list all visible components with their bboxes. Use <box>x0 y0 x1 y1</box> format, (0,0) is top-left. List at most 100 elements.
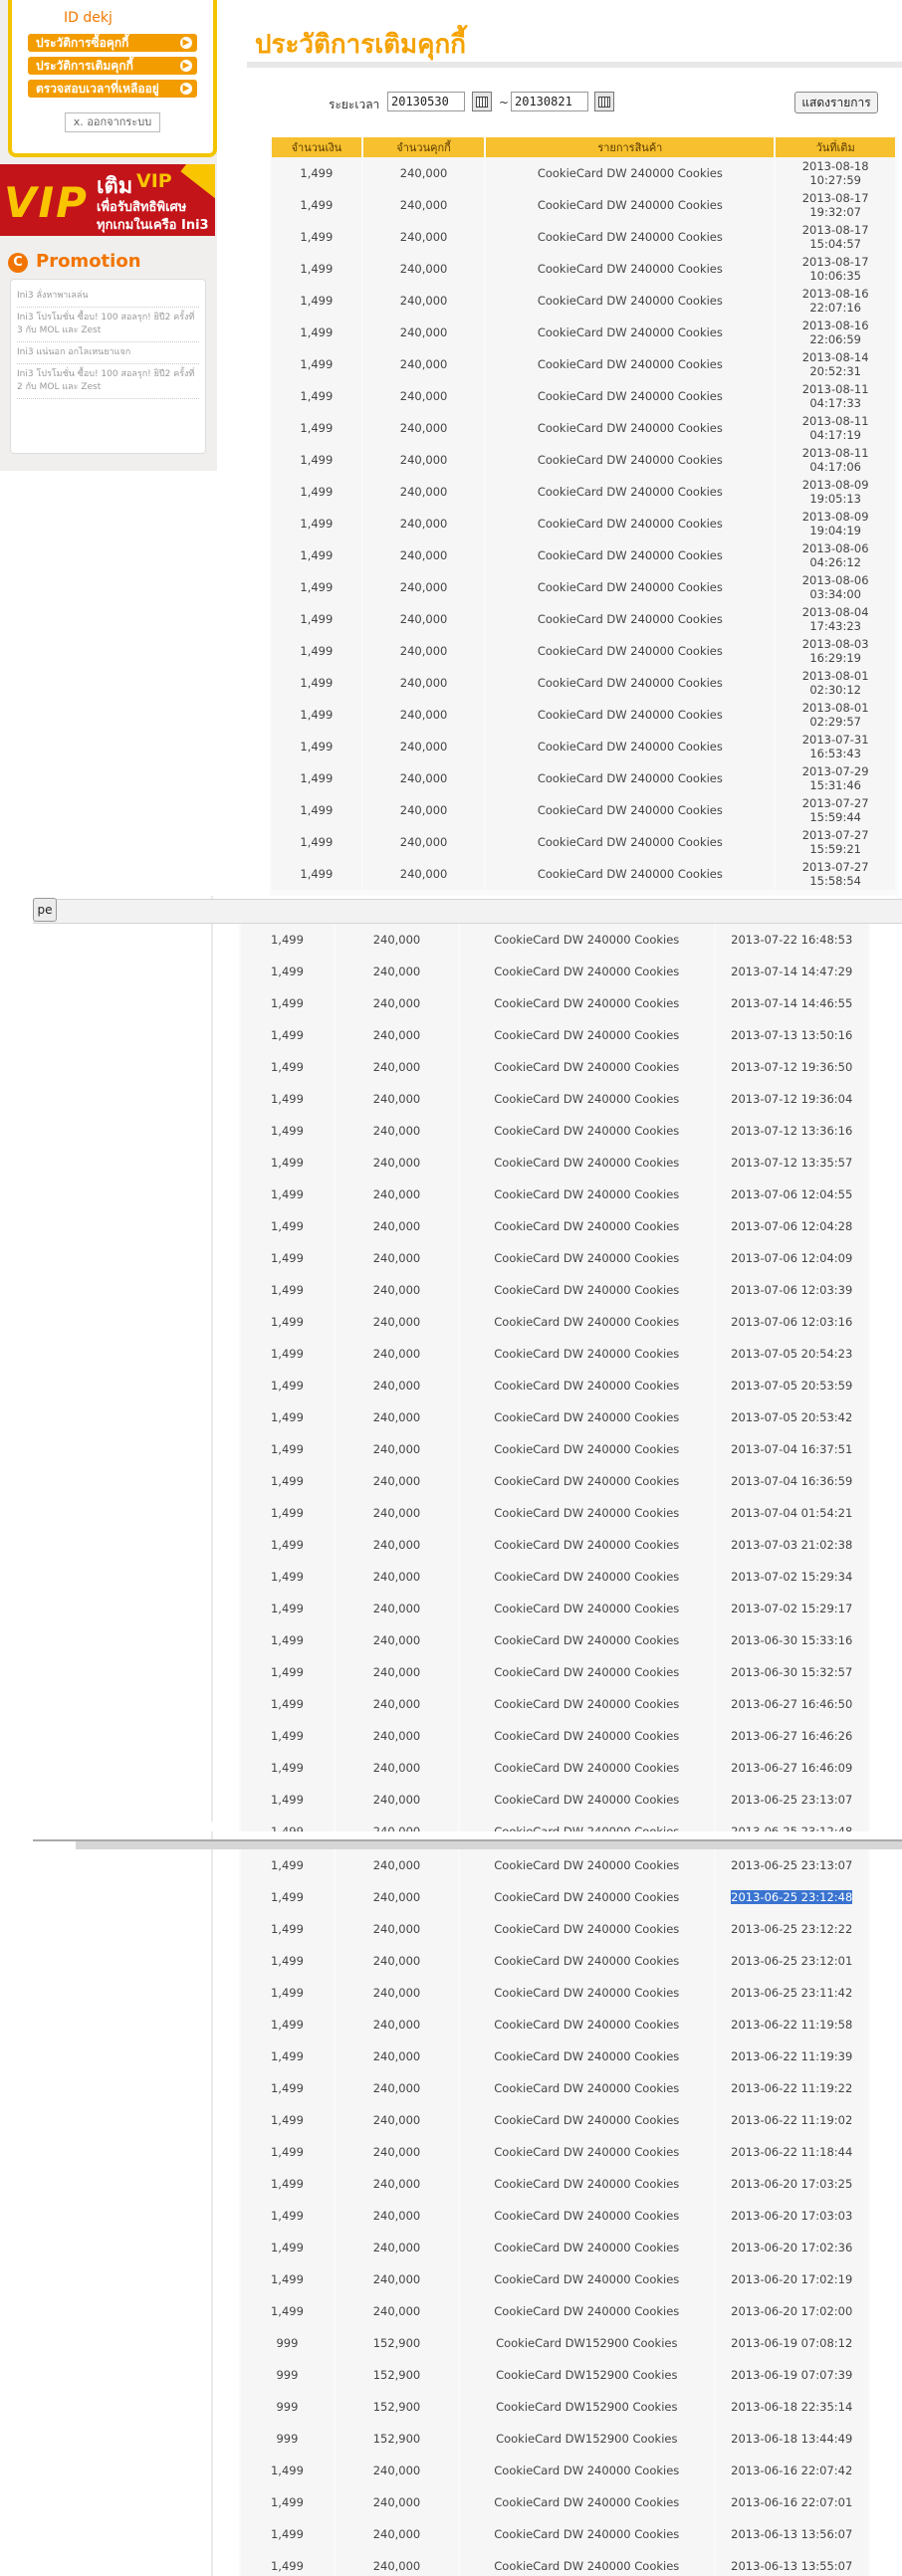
date-from-input[interactable] <box>387 92 465 111</box>
cell-product: CookieCard DW152900 Cookies <box>460 2359 714 2391</box>
cell-amount: 1,499 <box>272 412 361 444</box>
cell-cookies: 240,000 <box>362 826 485 858</box>
cell-date: 2013-07-04 16:36:59 <box>715 1465 868 1497</box>
cell-date: 2013-07-03 21:02:38 <box>715 1529 868 1561</box>
history-table-continued: 1,499 240,000 CookieCard DW 240000 Cookies… <box>239 1849 870 2576</box>
cell-date: 2013-07-12 13:36:16 <box>715 1115 868 1147</box>
table-row: 1,499240,000CookieCard DW 240000 Cookies… <box>241 1306 868 1338</box>
promotion-item[interactable]: Ini3 ลั่งหาพาเลล่น <box>17 286 199 308</box>
promotion-item[interactable]: Ini3 แน่นอก อกไลเหนยาแจก <box>17 342 199 364</box>
cell-amount: 1,499 <box>241 1242 334 1274</box>
cell-amount: 1,499 <box>241 1561 334 1593</box>
cell-date: 2013-06-20 17:02:00 <box>715 2295 868 2327</box>
cell-amount: 1,499 <box>241 1465 334 1497</box>
cell-amount: 1,499 <box>241 2136 334 2168</box>
cell-amount: 1,499 <box>272 603 361 635</box>
table-row: 1,499240,000CookieCard DW 240000 Cookies… <box>241 1497 868 1529</box>
cell-date: 2013-08-01 02:29:57 <box>776 699 895 731</box>
cell-amount: 1,499 <box>272 157 361 189</box>
scrolled-view-2: pe 1,499 240,000 CookieCard DW 240000 Cook… <box>0 896 902 1847</box>
table-row: 1,499240,000CookieCard DW 240000 Cookies… <box>241 2104 868 2136</box>
cell-product: CookieCard DW 240000 Cookies <box>460 2136 714 2168</box>
logout-button[interactable]: x. ออกจากระบบ <box>65 112 160 132</box>
table-row: 1,499240,000CookieCard DW 240000 Cookies… <box>241 2072 868 2104</box>
cell-date: 2013-07-06 12:03:39 <box>715 1274 868 1306</box>
cell-amount: 1,499 <box>241 1210 334 1242</box>
cell-date: 2013-08-11 04:17:06 <box>776 444 895 476</box>
user-box: ID dekj ประวัติการซื้อคุกกี้ ▶ ประวัติกา… <box>8 0 217 157</box>
cell-amount: 1,499 <box>241 2104 334 2136</box>
cell-cookies: 240,000 <box>362 444 485 476</box>
cell-cookies: 240,000 <box>362 762 485 794</box>
cell-cookies: 240,000 <box>335 1624 459 1656</box>
cell-product: CookieCard DW 240000 Cookies <box>460 2550 714 2576</box>
cell-amount: 1,499 <box>241 2295 334 2327</box>
cell-cookies: 240,000 <box>335 1688 459 1720</box>
cell-product: CookieCard DW 240000 Cookies <box>460 1624 714 1656</box>
promotion-item[interactable]: Ini3 โปรโมชั่น ซื้อบ! 100 สอลรุก! ยิปี2 … <box>17 364 199 399</box>
cell-product: CookieCard DW 240000 Cookies <box>486 508 775 539</box>
cell-product: CookieCard DW 240000 Cookies <box>486 285 775 317</box>
cell-cookies: 240,000 <box>335 1752 459 1784</box>
cell-product: CookieCard DW 240000 Cookies <box>460 956 714 987</box>
menu-check-time[interactable]: ตรวจสอบเวลาที่เหลืออยู่ ▶ <box>28 80 197 98</box>
cell-cookies: 240,000 <box>335 1433 459 1465</box>
cell-amount: 1,499 <box>241 1051 334 1083</box>
menu-topup-history[interactable]: ประวัติการเติมคุกกี้ ▶ <box>28 57 197 75</box>
cell-product: CookieCard DW 240000 Cookies <box>486 157 775 189</box>
cell-date: 2013-07-06 12:04:09 <box>715 1242 868 1274</box>
table-row: 1,499240,000CookieCard DW 240000 Cookies… <box>241 2136 868 2168</box>
cell-date: 2013-06-25 23:11:42 <box>715 1977 868 2009</box>
cell-product: CookieCard DW 240000 Cookies <box>486 699 775 731</box>
table-row: 1,499240,000CookieCard DW 240000 Cookies… <box>241 1624 868 1656</box>
cell-product: CookieCard DW 240000 Cookies <box>460 1306 714 1338</box>
cell-date: 2013-06-25 23:12:01 <box>715 1945 868 1977</box>
toolbar-button[interactable]: pe <box>33 898 57 922</box>
table-row: 1,499240,000CookieCard DW 240000 Cookies… <box>272 571 895 603</box>
vip-banner[interactable]: VIP เติม VIP เพื่อรับสิทธิพิเศษ ทุกเกมใน… <box>0 164 215 236</box>
date-to-input[interactable] <box>511 92 588 111</box>
menu-label: ตรวจสอบเวลาที่เหลืออยู่ <box>36 82 159 96</box>
calendar-icon[interactable] <box>472 92 492 111</box>
scroll-separator-band <box>76 1841 902 1849</box>
table-row: 1,499240,000CookieCard DW 240000 Cookies… <box>272 826 895 858</box>
cell-cookies: 240,000 <box>335 1656 459 1688</box>
cell-cookies: 240,000 <box>362 253 485 285</box>
show-list-button[interactable]: แสดงรายการ <box>794 92 878 113</box>
cell-amount: 1,499 <box>241 2072 334 2104</box>
cell-product: CookieCard DW 240000 Cookies <box>460 2518 714 2550</box>
cell-amount: 1,499 <box>241 1497 334 1529</box>
cell-cookies: 240,000 <box>362 794 485 826</box>
page: { "sidebar": { "user_id": "ID dekj", "me… <box>0 0 902 2576</box>
cell-cookies: 240,000 <box>335 1338 459 1370</box>
cell-amount: 1,499 <box>272 285 361 317</box>
menu-purchase-history[interactable]: ประวัติการซื้อคุกกี้ ▶ <box>28 34 197 52</box>
table-row: 1,499240,000CookieCard DW 240000 Cookies… <box>241 1881 868 1913</box>
cell-cookies: 240,000 <box>362 348 485 380</box>
table-row: 1,499240,000CookieCard DW 240000 Cookies… <box>241 2550 868 2576</box>
cell-amount: 1,499 <box>241 1338 334 1370</box>
cell-date: 2013-06-25 23:13:07 <box>715 1784 868 1816</box>
cell-product: CookieCard DW 240000 Cookies <box>460 1401 714 1433</box>
cell-date: 2013-07-06 12:03:16 <box>715 1306 868 1338</box>
calendar-icon[interactable] <box>594 92 614 111</box>
cell-cookies: 240,000 <box>335 2168 459 2200</box>
cell-amount: 1,499 <box>241 2486 334 2518</box>
table-row: 1,499240,000CookieCard DW 240000 Cookies… <box>241 924 868 956</box>
cell-amount: 1,499 <box>241 2263 334 2295</box>
cell-product: CookieCard DW 240000 Cookies <box>460 1881 714 1913</box>
cell-product: CookieCard DW 240000 Cookies <box>460 1179 714 1210</box>
cell-product: CookieCard DW 240000 Cookies <box>460 2455 714 2486</box>
cell-date: 2013-08-06 03:34:00 <box>776 571 895 603</box>
cell-product: CookieCard DW 240000 Cookies <box>460 1242 714 1274</box>
cell-product: CookieCard DW 240000 Cookies <box>460 2232 714 2263</box>
cell-product: CookieCard DW 240000 Cookies <box>460 1752 714 1784</box>
chevron-right-icon: ▶ <box>180 83 192 95</box>
cell-date: 2013-07-05 20:54:23 <box>715 1338 868 1370</box>
cell-date: 2013-06-22 11:19:02 <box>715 2104 868 2136</box>
cell-date: 2013-08-09 19:05:13 <box>776 476 895 508</box>
cell-cookies: 240,000 <box>335 2009 459 2040</box>
cell-cookies: 240,000 <box>335 2232 459 2263</box>
promotion-item[interactable]: Ini3 โปรโมชั่น ซื้อบ! 100 สอลรุก! ยิปี2 … <box>17 308 199 342</box>
cell-date: 2013-07-14 14:47:29 <box>715 956 868 987</box>
